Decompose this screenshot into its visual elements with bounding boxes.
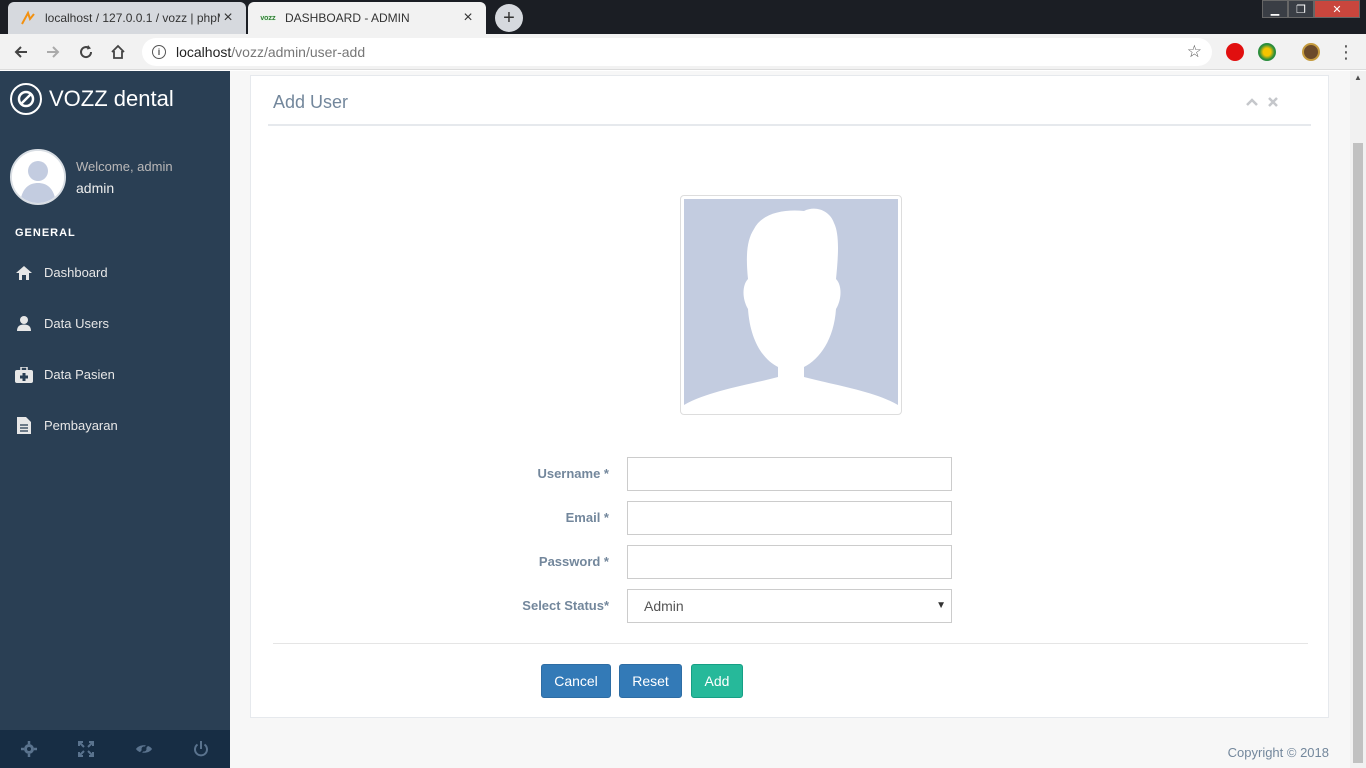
profile: Welcome, admin admin [10, 149, 173, 205]
chevron-up-icon[interactable] [1246, 94, 1258, 110]
panel-divider [268, 124, 1311, 126]
add-user-panel: Add User Username * Email * Password * S… [250, 75, 1329, 718]
bookmark-star-icon[interactable]: ☆ [1187, 42, 1202, 62]
cancel-button[interactable]: Cancel [541, 664, 611, 698]
minimize-icon[interactable]: ▁ [1262, 0, 1288, 18]
sidebar: VOZZ dental Welcome, admin admin GENERAL… [0, 71, 230, 768]
home-icon [15, 264, 33, 282]
sidebar-item-label: Dashboard [44, 265, 108, 280]
brand[interactable]: VOZZ dental [10, 83, 174, 115]
sidebar-menu: Dashboard Data Users Data Pasien Pembaya… [0, 247, 230, 451]
password-label: Password * [538, 554, 609, 569]
add-button[interactable]: Add [691, 664, 743, 698]
sidebar-footer [0, 730, 230, 768]
vozz-favicon-icon: VOZZ [260, 10, 276, 26]
sidebar-item-data-users[interactable]: Data Users [0, 298, 230, 349]
browser-tab-dashboard[interactable]: VOZZ DASHBOARD - ADMIN × [248, 2, 486, 34]
power-off-icon[interactable] [173, 730, 231, 768]
profile-avatar-icon[interactable] [1302, 43, 1320, 61]
email-input[interactable] [627, 501, 952, 535]
password-input[interactable] [627, 545, 952, 579]
sidebar-item-label: Pembayaran [44, 418, 118, 433]
url-host: localhost [176, 44, 232, 60]
sidebar-item-dashboard[interactable]: Dashboard [0, 247, 230, 298]
email-row: Email * [501, 501, 961, 535]
url-path: /vozz/admin/user-add [231, 44, 366, 60]
browser-tab-phpmyadmin[interactable]: localhost / 127.0.0.1 / vozz | phpMyAdmi… [8, 2, 246, 34]
sidebar-item-label: Data Users [44, 316, 110, 331]
menu-section-title: GENERAL [15, 227, 76, 239]
window-close-icon[interactable]: ✕ [1314, 0, 1360, 18]
panel-title: Add User [273, 92, 349, 112]
silhouette-avatar-icon [684, 199, 898, 411]
username-label: Username * [537, 466, 609, 481]
scrollbar-thumb[interactable] [1353, 143, 1363, 763]
avatar [10, 149, 66, 205]
form-divider [273, 643, 1308, 644]
close-tab-icon[interactable]: × [220, 9, 236, 27]
home-icon[interactable] [106, 40, 130, 64]
close-tab-icon[interactable]: × [460, 9, 476, 27]
panel-tools [1246, 94, 1278, 110]
reset-button[interactable]: Reset [619, 664, 682, 698]
extension-icon[interactable] [1258, 43, 1276, 61]
phpmyadmin-favicon-icon [20, 10, 36, 26]
browser-toolbar: i localhost/vozz/admin/user-add ☆ ⋮ [0, 34, 1366, 70]
opera-extension-icon[interactable] [1226, 43, 1244, 61]
sidebar-item-data-pasien[interactable]: Data Pasien [0, 349, 230, 400]
sidebar-item-pembayaran[interactable]: Pembayaran [0, 400, 230, 451]
user-photo-placeholder[interactable] [680, 195, 902, 415]
status-select[interactable]: Admin ▼ [627, 589, 952, 623]
username-input[interactable] [627, 457, 952, 491]
forward-arrow-icon[interactable] [41, 40, 65, 64]
eye-slash-icon[interactable] [115, 730, 173, 768]
restore-icon[interactable]: ❐ [1288, 0, 1314, 18]
profile-name: admin [76, 180, 115, 196]
address-bar[interactable]: i localhost/vozz/admin/user-add ☆ [142, 38, 1212, 66]
email-label: Email * [565, 510, 609, 525]
tab-title: DASHBOARD - ADMIN [285, 11, 410, 25]
browser-menu-icon[interactable]: ⋮ [1334, 40, 1358, 64]
caret-down-icon: ▼ [936, 600, 946, 611]
password-row: Password * [501, 545, 961, 579]
reload-icon[interactable] [74, 40, 98, 64]
scroll-up-arrow-icon[interactable]: ▲ [1350, 73, 1366, 82]
brand-name: VOZZ dental [49, 86, 174, 111]
username-row: Username * [501, 457, 961, 491]
welcome-text: Welcome, admin [76, 159, 173, 174]
info-icon[interactable]: i [152, 45, 166, 59]
main-content: Add User Username * Email * Password * S… [230, 71, 1350, 768]
svg-text:VOZZ: VOZZ [260, 16, 276, 22]
status-selected-value: Admin [644, 598, 684, 614]
ban-logo-icon [10, 83, 42, 115]
browser-tab-bar: localhost / 127.0.0.1 / vozz | phpMyAdmi… [0, 0, 1366, 34]
fullscreen-icon[interactable] [58, 730, 116, 768]
medkit-icon [15, 366, 33, 384]
back-arrow-icon[interactable] [9, 40, 33, 64]
status-label: Select Status* [522, 598, 609, 613]
new-tab-button[interactable]: + [495, 4, 523, 32]
close-icon[interactable] [1268, 94, 1278, 110]
window-controls: ▁ ❐ ✕ [1262, 0, 1360, 18]
sidebar-item-label: Data Pasien [44, 367, 115, 382]
status-row: Select Status* Admin ▼ [501, 589, 961, 623]
user-icon [15, 315, 33, 333]
tab-title: localhost / 127.0.0.1 / vozz | phpMyAdmi… [45, 11, 220, 25]
file-icon [15, 417, 33, 435]
page-scrollbar[interactable]: ▲ [1350, 71, 1366, 768]
copyright-footer: Copyright © 2018 [1227, 745, 1329, 760]
settings-icon[interactable] [0, 730, 58, 768]
